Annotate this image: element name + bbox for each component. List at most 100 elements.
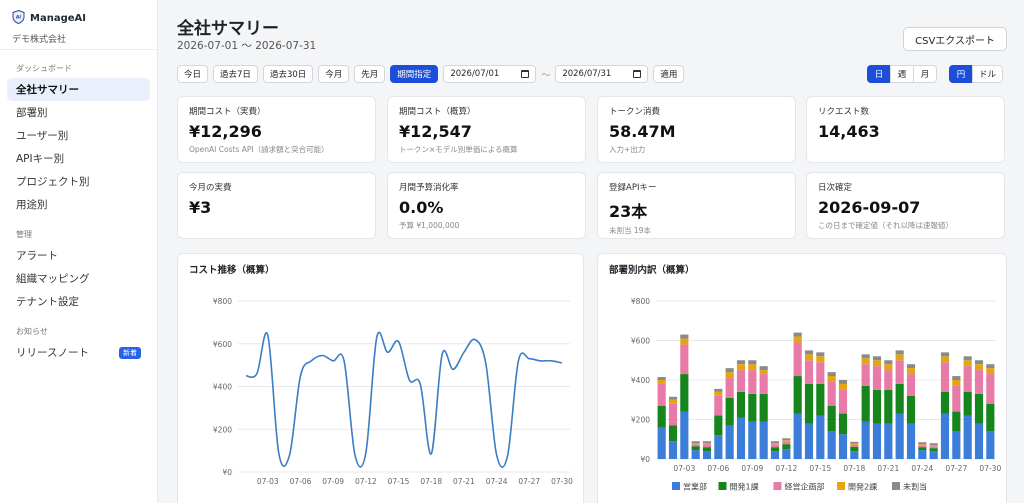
nav-section-heading: ダッシュボード (16, 64, 72, 73)
bar-segment (861, 385, 870, 422)
bar-segment (929, 446, 938, 449)
bar-segment (952, 376, 961, 380)
preset-button[interactable]: 過去30日 (262, 65, 314, 83)
bar-segment (770, 447, 780, 452)
bar-segment (816, 383, 825, 416)
bar-segment (884, 364, 893, 371)
bar-segment (884, 423, 893, 459)
bar-segment (963, 360, 972, 367)
date-range-label: 2026-07-01 〜 2026-07-31 (177, 40, 317, 52)
bar-segment (657, 383, 666, 406)
granularity-option[interactable]: 週 (890, 65, 914, 83)
kpi-value: 23本 (609, 202, 648, 221)
sidebar-item[interactable]: ユーザー別 (7, 124, 150, 147)
sidebar-item-label: プロジェクト別 (16, 176, 90, 188)
bar-segment (827, 376, 836, 382)
kpi-label: トークン消費 (609, 107, 661, 117)
bar-segment (770, 444, 780, 448)
date-to-input[interactable]: 2026/07/31 (555, 65, 649, 83)
bar-segment (668, 441, 678, 459)
preset-button[interactable]: 過去7日 (213, 65, 258, 83)
sidebar-item-label: 全社サマリー (16, 84, 79, 96)
bar-segment (963, 415, 972, 459)
bar-segment (895, 350, 904, 355)
sidebar-item[interactable]: 部署別 (7, 101, 150, 124)
legend-item: 経営企画部 (773, 482, 825, 492)
bar-segment (702, 443, 712, 445)
kpi-card: 期間コスト（実費） ¥12,296 OpenAI Costs API（請求額と突合可… (177, 96, 376, 163)
svg-text:AI: AI (16, 15, 21, 21)
bar-segment (838, 389, 848, 414)
bar-segment (884, 389, 893, 424)
bar-segment (793, 342, 802, 377)
bar-segment (952, 385, 961, 412)
bar-segment (691, 444, 700, 447)
bar-segment (748, 370, 757, 394)
bar-segment (804, 350, 814, 355)
sidebar-item[interactable]: 全社サマリー (7, 78, 150, 101)
apply-button[interactable]: 適用 (653, 65, 685, 83)
bar-segment (906, 423, 916, 459)
bar-segment (680, 374, 689, 412)
date-to-value: 2026/07/31 (562, 69, 612, 79)
bar-segment (929, 443, 938, 446)
bar-segment (691, 443, 700, 445)
bar-segment (736, 370, 746, 392)
x-tick-label: 07-09 (741, 464, 763, 473)
bar-segment (782, 441, 791, 445)
bar-segment (838, 380, 848, 384)
sidebar-item[interactable]: 用途別 (7, 193, 150, 216)
preset-button[interactable]: 今月 (318, 65, 350, 83)
bar-segment (884, 370, 893, 390)
bar-chart-svg: ¥0 ¥200 ¥400 ¥600 ¥800 07-03 07-06 07-09 07-12 07… (631, 297, 1002, 492)
csv-export-button[interactable]: CSVエクスポート (903, 27, 1007, 51)
sidebar-item[interactable]: 組織マッピング (7, 267, 150, 290)
sidebar: AI ManageAI デモ株式会社 ダッシュボード 全社サマリー 部署別 ユーザー別… (0, 0, 158, 503)
kpi-card: トークン消費 58.47M 入力+出力 (597, 96, 796, 163)
bar-segment (736, 417, 746, 459)
bar-segment (782, 438, 791, 441)
bar-segment (668, 403, 678, 426)
granularity-option[interactable]: 月 (913, 65, 937, 83)
legend-swatch (672, 482, 680, 490)
sidebar-item[interactable]: テナント設定 (7, 290, 150, 313)
legend-label: 開発1課 (730, 482, 759, 492)
sidebar-item-label: アラート (16, 250, 58, 262)
y-tick-label: ¥600 (213, 340, 232, 349)
x-tick-label: 07-18 (420, 477, 442, 486)
x-tick-label: 07-30 (551, 477, 573, 486)
date-from-input[interactable]: 2026/07/01 (443, 65, 537, 83)
preset-button[interactable]: 期間指定 (390, 65, 439, 83)
x-tick-label: 07-12 (775, 464, 797, 473)
bar-segment (827, 431, 836, 459)
bar-segment (793, 332, 802, 337)
sidebar-item[interactable]: アラート (7, 244, 150, 267)
sidebar-item[interactable]: APIキー別 (7, 147, 150, 170)
x-tick-label: 07-21 (453, 477, 475, 486)
bar-segment (748, 393, 757, 422)
bar-segment (986, 368, 995, 375)
sidebar-item[interactable]: プロジェクト別 (7, 170, 150, 193)
x-tick-label: 07-15 (809, 464, 831, 473)
sidebar-item[interactable]: リリースノート 新着 (7, 341, 150, 364)
bar-segment (918, 450, 927, 459)
preset-button[interactable]: 今日 (177, 65, 209, 83)
bar-segment (872, 423, 882, 459)
bar-segment (782, 440, 791, 442)
granularity-option[interactable]: 日 (867, 65, 891, 83)
y-tick-label: ¥800 (631, 297, 650, 306)
y-tick-label: ¥0 (222, 468, 232, 477)
kpi-subtext: トークン×モデル別単価による概算 (399, 145, 518, 154)
kpi-card: リクエスト数 14,463 (806, 96, 1005, 163)
preset-button[interactable]: 先月 (354, 65, 386, 83)
currency-option[interactable]: ドル (972, 65, 1004, 83)
bar-segment (827, 381, 836, 406)
currency-option[interactable]: 円 (949, 65, 973, 83)
kpi-subtext: OpenAI Costs API（請求額と突合可能） (189, 145, 329, 154)
bar-segment (986, 403, 995, 432)
bar-segment (918, 442, 927, 445)
bar-segment (986, 364, 995, 369)
x-tick-label: 07-21 (877, 464, 899, 473)
bar-segment (691, 446, 700, 451)
bar-segment (963, 356, 972, 361)
